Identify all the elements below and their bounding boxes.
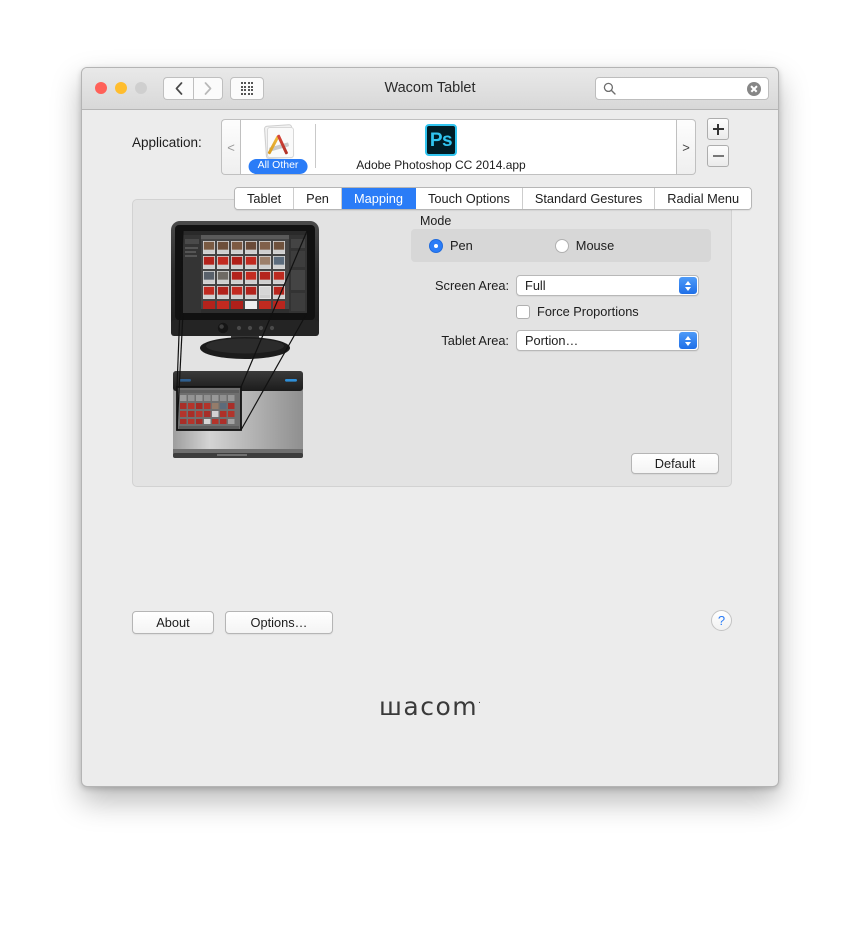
chevron-updown-icon — [679, 277, 697, 294]
chevron-updown-icon — [679, 332, 697, 349]
show-all-preferences-button[interactable] — [230, 77, 264, 100]
tab-mapping[interactable]: Mapping — [341, 188, 417, 209]
screen-area-label: Screen Area: — [435, 278, 509, 293]
window-titlebar: Wacom Tablet — [82, 68, 778, 110]
wacom-logo-text: шacom — [379, 692, 479, 721]
force-proportions-label: Force Proportions — [537, 304, 639, 319]
tab-pen[interactable]: Pen — [294, 188, 342, 209]
chevron-left-icon — [175, 82, 182, 95]
zoom-button — [135, 82, 147, 94]
clear-search-icon[interactable] — [747, 81, 761, 96]
mode-group: Pen Mouse — [411, 229, 711, 262]
screen-area-dropdown[interactable]: Full — [516, 275, 699, 296]
close-button[interactable] — [95, 82, 107, 94]
application-item-photoshop[interactable]: Ps Adobe Photoshop CC 2014.app — [316, 120, 566, 174]
generic-app-icon — [261, 123, 296, 159]
grid-icon — [240, 82, 254, 95]
mode-option-mouse[interactable]: Mouse — [554, 238, 615, 253]
monitor-tablet-diagram — [171, 221, 319, 458]
application-list: All Other Ps Adobe Photoshop CC 2014.app — [240, 119, 677, 175]
search-input[interactable] — [616, 81, 747, 96]
tab-touch-options[interactable]: Touch Options — [416, 188, 523, 209]
search-field[interactable] — [595, 77, 769, 100]
help-button[interactable]: ? — [711, 610, 732, 631]
mapping-illustration — [161, 217, 351, 470]
application-item-name: Adobe Photoshop CC 2014.app — [356, 158, 526, 172]
navigation-buttons — [163, 77, 223, 100]
radio-pen[interactable] — [429, 238, 443, 253]
wacom-tablet-preferences-window: Wacom Tablet Application: < All Other Ps… — [81, 67, 779, 787]
default-button[interactable]: Default — [631, 453, 719, 474]
application-label: Application: — [132, 135, 202, 150]
back-button[interactable] — [163, 77, 193, 100]
mode-option-pen[interactable]: Pen — [429, 238, 473, 253]
mode-label: Mode — [420, 214, 452, 228]
forward-button — [193, 77, 223, 100]
force-proportions-row[interactable]: Force Proportions — [516, 304, 639, 319]
tab-radial-menu[interactable]: Radial Menu — [655, 188, 752, 209]
radio-mouse[interactable] — [554, 238, 569, 253]
screen-area-row: Screen Area: Full — [411, 275, 699, 296]
wacom-trademark: · — [478, 698, 481, 709]
tablet-area-label: Tablet Area: — [441, 333, 509, 348]
tab-tablet[interactable]: Tablet — [235, 188, 295, 209]
minus-icon — [712, 154, 724, 158]
chevron-right-icon — [204, 82, 212, 95]
about-button[interactable]: About — [132, 611, 214, 634]
add-application-button[interactable] — [707, 118, 729, 140]
photoshop-icon: Ps — [425, 124, 457, 156]
all-other-badge: All Other — [248, 158, 308, 174]
mode-option-pen-label: Pen — [450, 238, 473, 253]
application-item-all-other[interactable]: All Other — [241, 120, 315, 174]
photoshop-icon-text: Ps — [429, 129, 453, 151]
tab-bar: Tablet Pen Mapping Touch Options Standar… — [234, 187, 753, 210]
mode-option-mouse-label: Mouse — [575, 238, 615, 253]
application-selector-row: Application: < All Other Ps Adobe Photos… — [82, 110, 778, 182]
tablet-area-row: Tablet Area: Portion… — [411, 330, 699, 351]
search-icon — [603, 82, 616, 95]
mapping-panel: Mode Pen Mouse Screen Area: Full Force P… — [132, 199, 732, 487]
force-proportions-checkbox[interactable] — [516, 304, 530, 319]
application-prev-button[interactable]: < — [221, 119, 240, 175]
tablet-area-value: Portion… — [525, 333, 579, 348]
tablet-area-dropdown[interactable]: Portion… — [516, 330, 699, 351]
application-add-remove-group — [707, 118, 729, 167]
wacom-logo: шacom· — [82, 692, 778, 721]
application-next-button[interactable]: > — [677, 119, 696, 175]
remove-application-button[interactable] — [707, 145, 729, 167]
options-button[interactable]: Options… — [225, 611, 333, 634]
tab-standard-gestures[interactable]: Standard Gestures — [522, 188, 656, 209]
minimize-button[interactable] — [115, 82, 127, 94]
screen-area-value: Full — [525, 278, 546, 293]
